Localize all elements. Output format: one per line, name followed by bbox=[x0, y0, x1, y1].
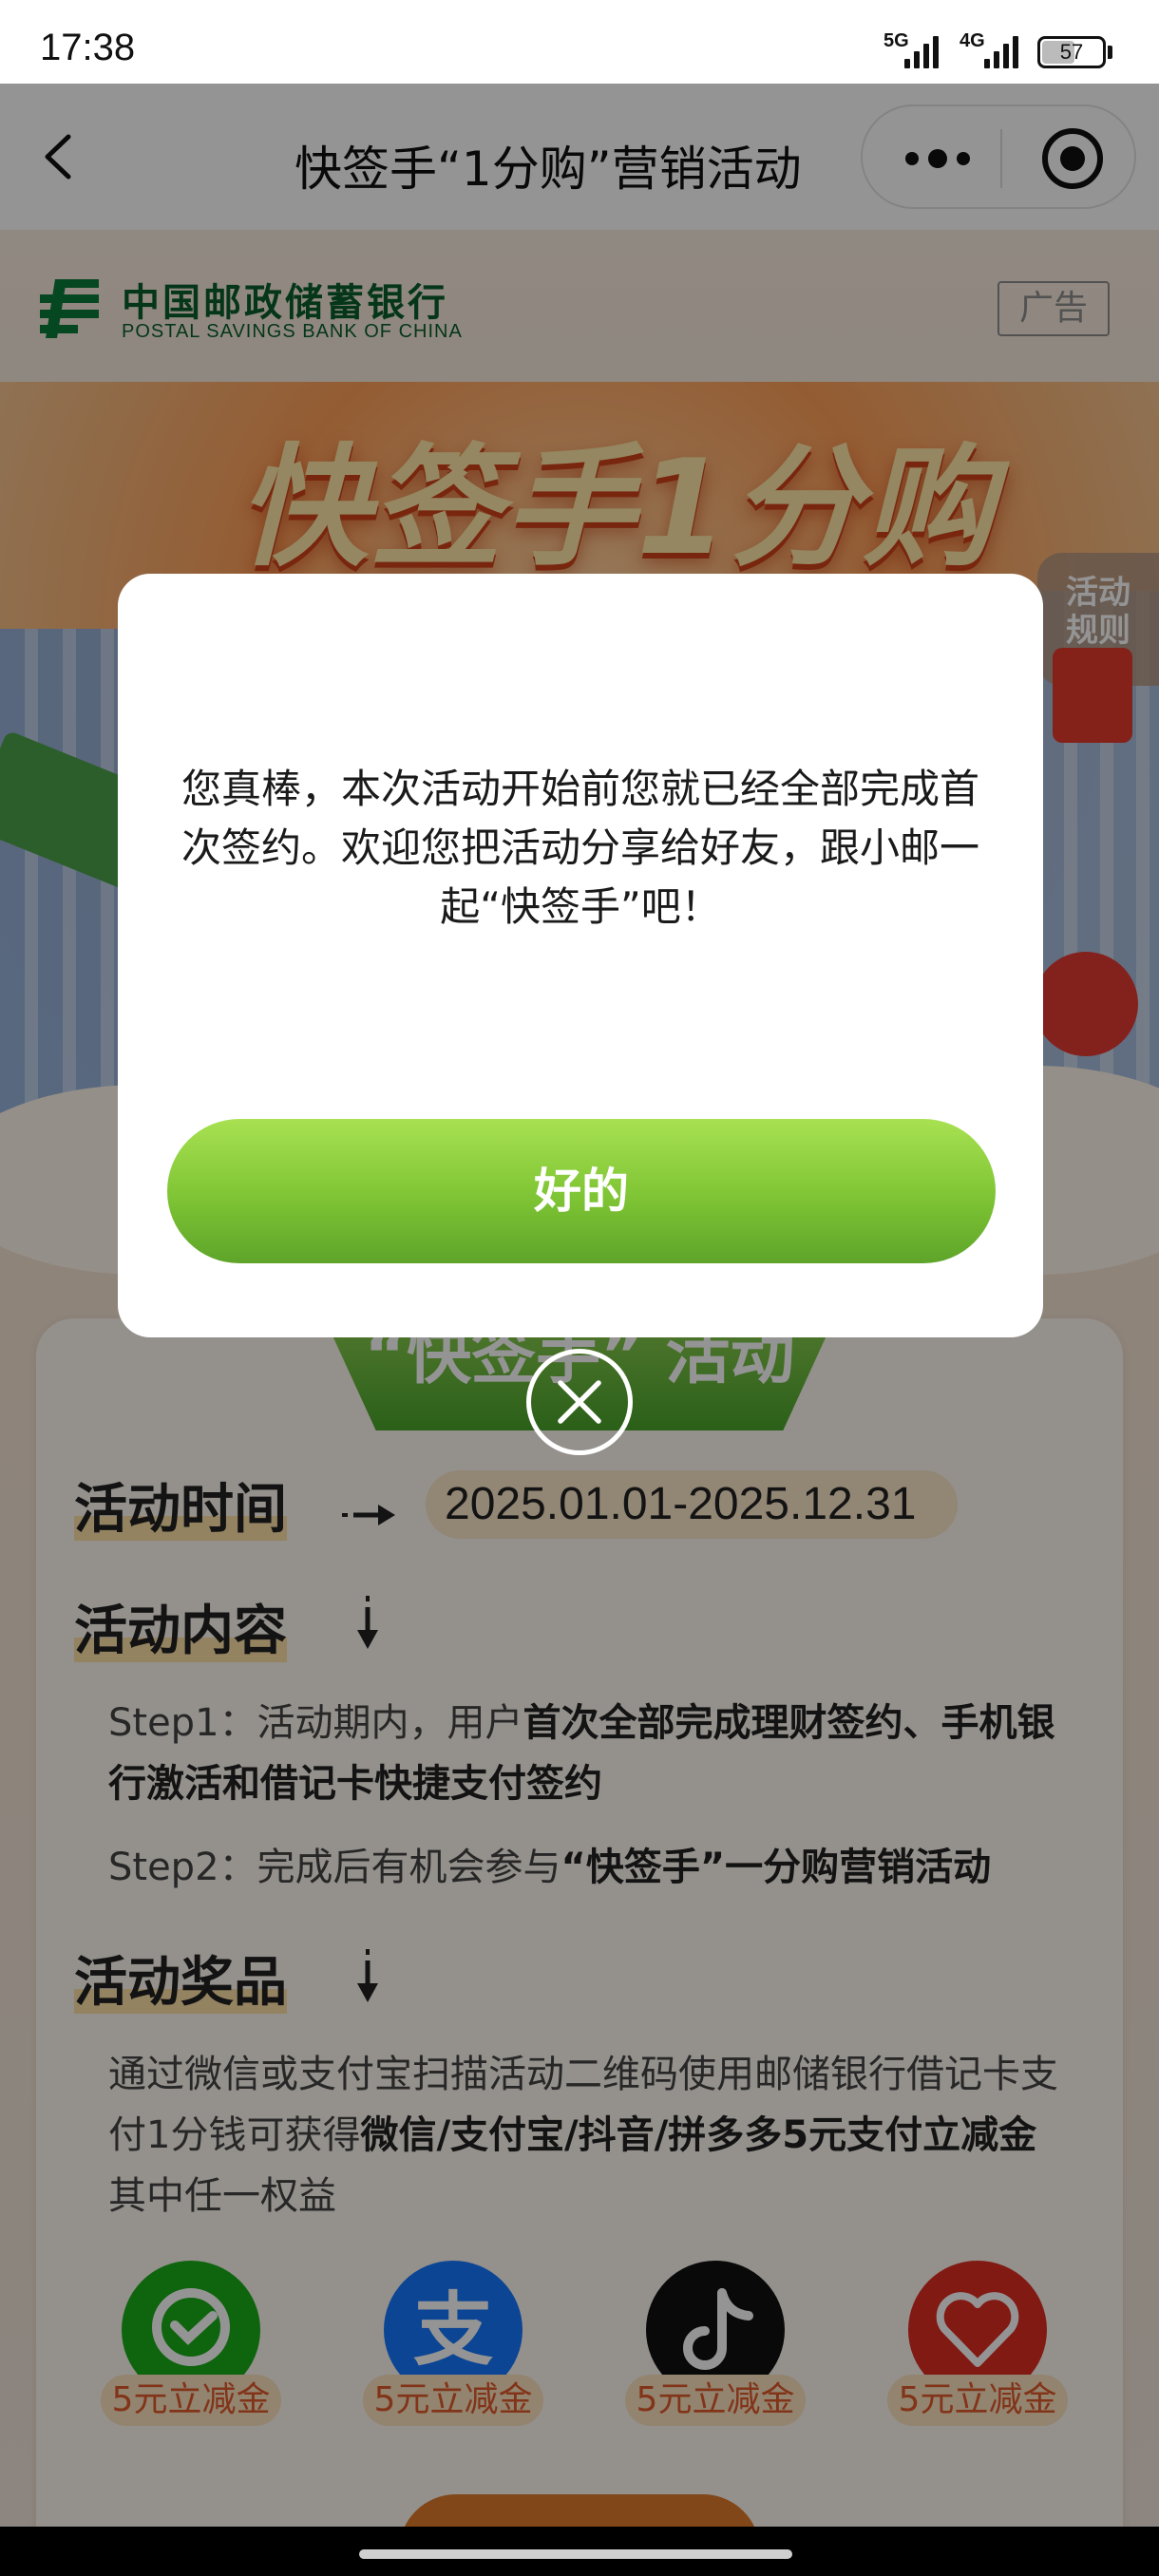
signal-4g-icon: 4G bbox=[960, 27, 1024, 68]
battery-tip bbox=[1108, 46, 1112, 59]
battery-icon: 57 bbox=[1037, 36, 1106, 68]
success-dialog: 您真棒，本次活动开始前您就已经全部完成首次签约。欢迎您把活动分享给好友，跟小邮一… bbox=[118, 574, 1043, 1337]
signal-5g-icon: 5G bbox=[884, 27, 944, 68]
battery-level: 57 bbox=[1059, 40, 1084, 64]
home-indicator[interactable] bbox=[359, 2549, 792, 2559]
status-time: 17:38 bbox=[40, 27, 136, 68]
ok-button[interactable]: 好的 bbox=[167, 1119, 996, 1263]
dialog-message: 您真棒，本次活动开始前您就已经全部完成首次签约。欢迎您把活动分享给好友，跟小邮一… bbox=[180, 766, 979, 930]
close-circle-icon[interactable] bbox=[526, 1349, 633, 1455]
status-bar: 17:38 5G 4G 57 bbox=[0, 0, 1159, 84]
